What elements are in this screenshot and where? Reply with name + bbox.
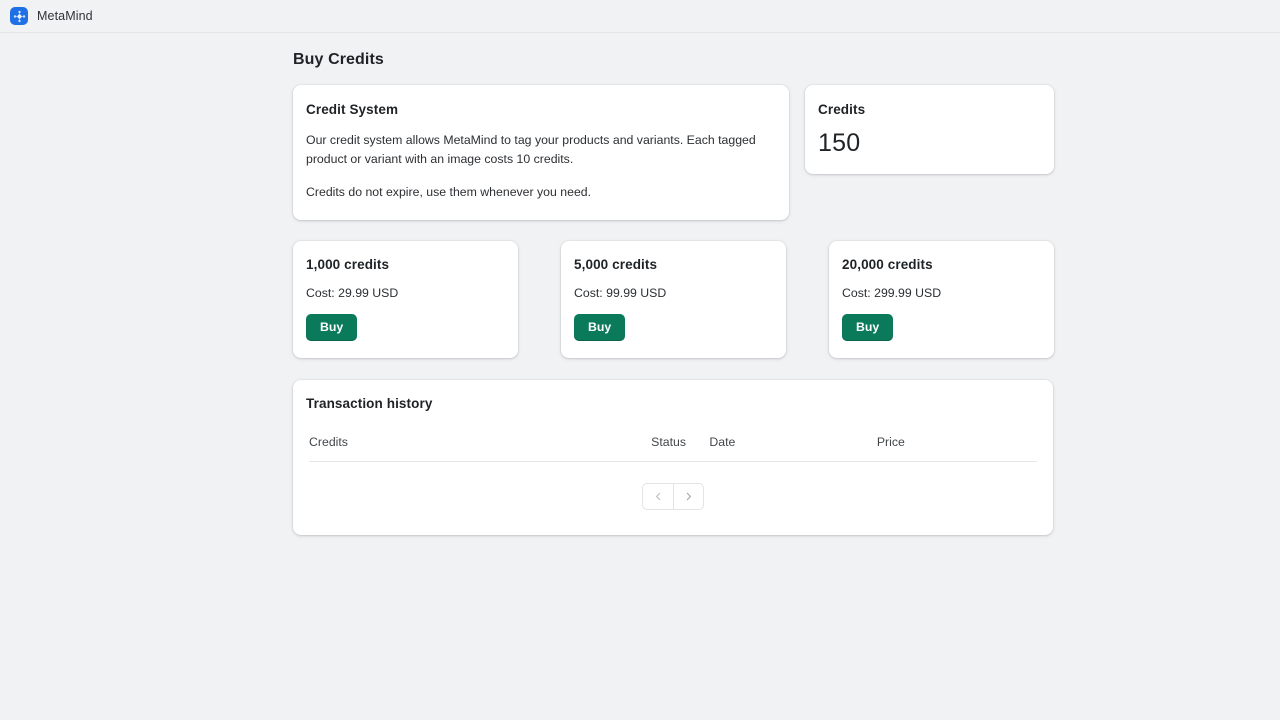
- transaction-history-title: Transaction history: [306, 396, 1053, 411]
- credit-system-title: Credit System: [306, 102, 773, 117]
- transaction-history-table: Credits Status Date Price: [309, 435, 1037, 462]
- credits-balance-value: 150: [818, 131, 1038, 156]
- pagination-controls: [642, 483, 704, 510]
- buy-button-1000[interactable]: Buy: [306, 314, 357, 341]
- package-title: 20,000 credits: [842, 257, 1038, 272]
- buy-button-20000[interactable]: Buy: [842, 314, 893, 341]
- table-header-row: Credits Status Date Price: [309, 435, 1037, 462]
- column-header-date: Date: [709, 435, 876, 462]
- credit-package-card-20000: 20,000 credits Cost: 299.99 USD Buy: [829, 241, 1054, 358]
- pagination-previous-button[interactable]: [642, 483, 673, 510]
- package-title: 1,000 credits: [306, 257, 502, 272]
- buy-button-5000[interactable]: Buy: [574, 314, 625, 341]
- pagination-next-button[interactable]: [673, 483, 704, 510]
- credit-system-card: Credit System Our credit system allows M…: [293, 85, 789, 220]
- pagination-container: [293, 462, 1053, 535]
- package-title: 5,000 credits: [574, 257, 770, 272]
- chevron-left-icon: [654, 492, 663, 501]
- top-cards-row: Credit System Our credit system allows M…: [293, 85, 1280, 220]
- column-header-price: Price: [877, 435, 1037, 462]
- app-header: MetaMind: [0, 0, 1280, 33]
- package-cost: Cost: 299.99 USD: [842, 286, 1038, 300]
- package-cost: Cost: 29.99 USD: [306, 286, 502, 300]
- brand-name: MetaMind: [37, 9, 93, 23]
- credit-system-paragraph-1: Our credit system allows MetaMind to tag…: [306, 131, 773, 169]
- page-content: Buy Credits Credit System Our credit sys…: [0, 33, 1280, 535]
- credit-system-paragraph-2: Credits do not expire, use them whenever…: [306, 183, 773, 202]
- column-header-status: Status: [651, 435, 709, 462]
- page-title: Buy Credits: [293, 51, 1280, 69]
- credits-balance-card: Credits 150: [805, 85, 1054, 174]
- column-header-credits: Credits: [309, 435, 651, 462]
- credit-package-card-5000: 5,000 credits Cost: 99.99 USD Buy: [561, 241, 786, 358]
- package-cost: Cost: 99.99 USD: [574, 286, 770, 300]
- credit-packages-row: 1,000 credits Cost: 29.99 USD Buy 5,000 …: [293, 241, 1280, 358]
- chevron-right-icon: [684, 492, 693, 501]
- metamind-logo-icon[interactable]: [10, 7, 28, 25]
- credits-balance-title: Credits: [818, 102, 1038, 117]
- transaction-history-card: Transaction history Credits Status Date …: [293, 380, 1053, 535]
- credit-package-card-1000: 1,000 credits Cost: 29.99 USD Buy: [293, 241, 518, 358]
